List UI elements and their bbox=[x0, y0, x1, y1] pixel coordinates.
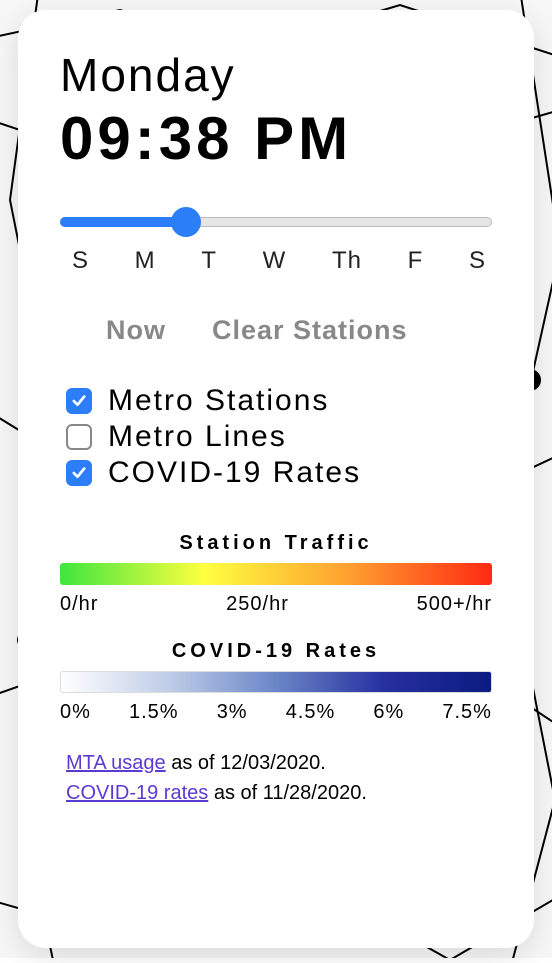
covid-gradient bbox=[60, 671, 492, 693]
tick: 6% bbox=[373, 701, 404, 724]
data-sources: MTA usage as of 12/03/2020. COVID-19 rat… bbox=[60, 748, 492, 808]
toggle-metro-stations[interactable]: Metro Stations bbox=[66, 384, 492, 418]
slider-fill bbox=[60, 217, 185, 227]
time-slider[interactable] bbox=[60, 203, 492, 239]
legend-title: COVID-19 Rates bbox=[60, 640, 492, 663]
tick: 1.5% bbox=[129, 701, 179, 724]
mta-date: as of 12/03/2020. bbox=[166, 752, 326, 774]
toggle-label: Metro Stations bbox=[108, 384, 329, 418]
tick: 4.5% bbox=[286, 701, 336, 724]
checkbox-icon[interactable] bbox=[66, 460, 92, 486]
day-axis: S M T W Th F S bbox=[60, 247, 492, 275]
control-panel: Monday 09:38 PM S M T W Th F S Now Clear… bbox=[18, 10, 534, 948]
legend-ticks: 0/hr 250/hr 500+/hr bbox=[60, 593, 492, 616]
day-tick: Th bbox=[332, 247, 362, 275]
checkbox-icon[interactable] bbox=[66, 388, 92, 414]
mta-usage-link[interactable]: MTA usage bbox=[66, 752, 166, 774]
action-row: Now Clear Stations bbox=[60, 315, 492, 346]
covid-date: as of 11/28/2020. bbox=[208, 782, 367, 804]
day-tick: W bbox=[263, 247, 287, 275]
toggle-label: Metro Lines bbox=[108, 420, 287, 454]
tick: 500+/hr bbox=[417, 593, 492, 616]
day-tick: M bbox=[135, 247, 156, 275]
day-tick: T bbox=[201, 247, 217, 275]
checkbox-icon[interactable] bbox=[66, 424, 92, 450]
day-tick: S bbox=[72, 247, 89, 275]
time-label: 09:38 PM bbox=[60, 104, 492, 173]
traffic-gradient bbox=[60, 563, 492, 585]
legend-traffic: Station Traffic 0/hr 250/hr 500+/hr bbox=[60, 532, 492, 616]
toggle-label: COVID-19 Rates bbox=[108, 456, 361, 490]
tick: 250/hr bbox=[226, 593, 289, 616]
layer-toggles: Metro Stations Metro Lines COVID-19 Rate… bbox=[60, 384, 492, 492]
now-button[interactable]: Now bbox=[106, 315, 166, 346]
day-tick: F bbox=[408, 247, 424, 275]
tick: 0/hr bbox=[60, 593, 98, 616]
covid-rates-link[interactable]: COVID-19 rates bbox=[66, 782, 208, 804]
tick: 3% bbox=[217, 701, 248, 724]
tick: 0% bbox=[60, 701, 91, 724]
slider-thumb[interactable] bbox=[171, 207, 201, 237]
tick: 7.5% bbox=[442, 701, 492, 724]
clear-stations-button[interactable]: Clear Stations bbox=[212, 315, 408, 346]
legend-ticks: 0% 1.5% 3% 4.5% 6% 7.5% bbox=[60, 701, 492, 724]
day-tick: S bbox=[469, 247, 486, 275]
legend-title: Station Traffic bbox=[60, 532, 492, 555]
toggle-metro-lines[interactable]: Metro Lines bbox=[66, 420, 492, 454]
day-label: Monday bbox=[60, 48, 492, 102]
toggle-covid-rates[interactable]: COVID-19 Rates bbox=[66, 456, 492, 490]
legend-covid: COVID-19 Rates 0% 1.5% 3% 4.5% 6% 7.5% bbox=[60, 640, 492, 724]
